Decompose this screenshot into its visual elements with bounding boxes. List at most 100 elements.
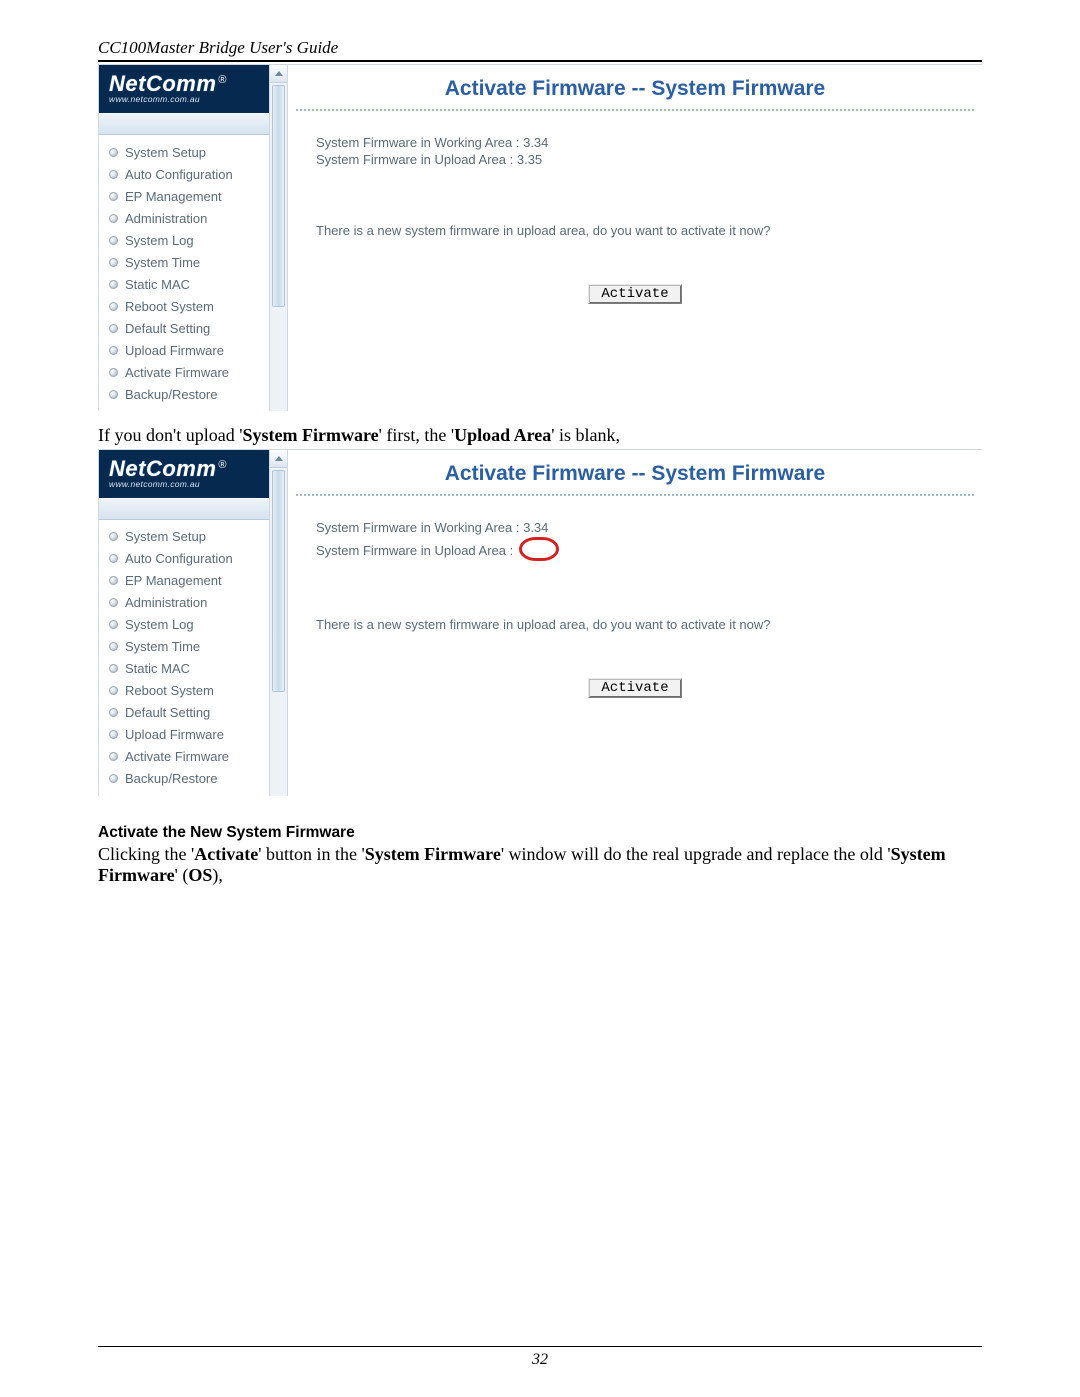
- scroll-up-icon[interactable]: [270, 450, 287, 468]
- menu-item-static-mac[interactable]: Static MAC: [99, 658, 269, 680]
- menu-item-reboot-system[interactable]: Reboot System: [99, 680, 269, 702]
- menu-item-system-log[interactable]: System Log: [99, 614, 269, 636]
- bullet-icon: [109, 258, 118, 267]
- bullet-icon: [109, 148, 118, 157]
- menu-item-system-time[interactable]: System Time: [99, 636, 269, 658]
- menu-label: EP Management: [125, 189, 222, 204]
- menu-label: System Time: [125, 639, 200, 654]
- menu-item-backup-restore[interactable]: Backup/Restore: [99, 383, 269, 405]
- menu-item-system-log[interactable]: System Log: [99, 229, 269, 251]
- menu-item-activate-firmware[interactable]: Activate Firmware: [99, 361, 269, 383]
- menu-label: System Time: [125, 255, 200, 270]
- sidebar-scrollbar[interactable]: [269, 450, 288, 796]
- menu-item-auto-configuration[interactable]: Auto Configuration: [99, 548, 269, 570]
- admin-panel-1: NetComm® www.netcomm.com.au System Setup…: [98, 64, 982, 411]
- doc-header: CC100Master Bridge User's Guide: [98, 38, 982, 58]
- text: ' first, the ': [379, 425, 454, 445]
- text-bold: Upload Area: [454, 425, 551, 445]
- menu-item-backup-restore[interactable]: Backup/Restore: [99, 768, 269, 790]
- bullet-icon: [109, 346, 118, 355]
- highlight-circle-icon: [519, 537, 559, 561]
- sidebar: NetComm® www.netcomm.com.au System Setup…: [99, 65, 269, 411]
- bullet-icon: [109, 664, 118, 673]
- nav-bar: [99, 113, 269, 135]
- menu-label: EP Management: [125, 573, 222, 588]
- bullet-icon: [109, 598, 118, 607]
- bullet-icon: [109, 532, 118, 541]
- menu-label: System Log: [125, 617, 194, 632]
- upload-area-line: System Firmware in Upload Area :: [316, 537, 982, 561]
- bullet-icon: [109, 280, 118, 289]
- menu-item-default-setting[interactable]: Default Setting: [99, 702, 269, 724]
- menu-label: Administration: [125, 211, 207, 226]
- sidebar: NetComm® www.netcomm.com.au System Setup…: [99, 450, 269, 796]
- text: ' window will do the real upgrade and re…: [501, 844, 891, 864]
- sidebar-menu: System Setup Auto Configuration EP Manag…: [99, 135, 269, 411]
- text: ' is blank,: [551, 425, 620, 445]
- menu-label: Administration: [125, 595, 207, 610]
- menu-label: Default Setting: [125, 705, 210, 720]
- activate-prompt: There is a new system firmware in upload…: [288, 223, 982, 238]
- sidebar-menu: System Setup Auto Configuration EP Manag…: [99, 520, 269, 796]
- brand-url: www.netcomm.com.au: [109, 94, 268, 104]
- menu-item-ep-management[interactable]: EP Management: [99, 185, 269, 207]
- menu-label: System Setup: [125, 529, 206, 544]
- content-area: Activate Firmware -- System Firmware Sys…: [288, 450, 982, 796]
- header-rule: [98, 60, 982, 62]
- menu-label: Upload Firmware: [125, 343, 224, 358]
- upload-area-prefix: System Firmware in Upload Area :: [316, 543, 517, 558]
- menu-label: Static MAC: [125, 277, 190, 292]
- content-area: Activate Firmware -- System Firmware Sys…: [288, 65, 982, 411]
- page-title: Activate Firmware -- System Firmware: [296, 65, 974, 111]
- page-title: Activate Firmware -- System Firmware: [296, 450, 974, 496]
- menu-item-static-mac[interactable]: Static MAC: [99, 273, 269, 295]
- bullet-icon: [109, 192, 118, 201]
- firmware-info: System Firmware in Working Area : 3.34 S…: [288, 135, 982, 167]
- menu-label: Reboot System: [125, 299, 214, 314]
- menu-item-default-setting[interactable]: Default Setting: [99, 317, 269, 339]
- bullet-icon: [109, 554, 118, 563]
- brand-logo: NetComm® www.netcomm.com.au: [99, 450, 269, 498]
- menu-label: Reboot System: [125, 683, 214, 698]
- menu-label: Activate Firmware: [125, 749, 229, 764]
- bullet-icon: [109, 368, 118, 377]
- registered-mark: ®: [218, 459, 226, 471]
- page-number: 32: [0, 1351, 1080, 1369]
- menu-item-upload-firmware[interactable]: Upload Firmware: [99, 724, 269, 746]
- menu-item-activate-firmware[interactable]: Activate Firmware: [99, 746, 269, 768]
- bullet-icon: [109, 620, 118, 629]
- upload-area-line: System Firmware in Upload Area : 3.35: [316, 152, 982, 167]
- caption-between: If you don't upload 'System Firmware' fi…: [98, 425, 982, 447]
- menu-label: System Log: [125, 233, 194, 248]
- menu-item-administration[interactable]: Administration: [99, 592, 269, 614]
- menu-item-ep-management[interactable]: EP Management: [99, 570, 269, 592]
- admin-panel-2: NetComm® www.netcomm.com.au System Setup…: [98, 449, 982, 796]
- menu-label: System Setup: [125, 145, 206, 160]
- activate-button[interactable]: Activate: [588, 678, 681, 698]
- activate-button[interactable]: Activate: [588, 284, 681, 304]
- text-bold: System Firmware: [365, 844, 501, 864]
- bullet-icon: [109, 686, 118, 695]
- scroll-up-icon[interactable]: [270, 65, 287, 83]
- scroll-thumb[interactable]: [272, 85, 285, 307]
- nav-bar: [99, 498, 269, 520]
- menu-label: Activate Firmware: [125, 365, 229, 380]
- menu-label: Static MAC: [125, 661, 190, 676]
- brand-name: NetComm: [109, 456, 216, 481]
- menu-item-system-time[interactable]: System Time: [99, 251, 269, 273]
- menu-item-system-setup[interactable]: System Setup: [99, 526, 269, 548]
- menu-item-auto-configuration[interactable]: Auto Configuration: [99, 163, 269, 185]
- bullet-icon: [109, 390, 118, 399]
- menu-item-administration[interactable]: Administration: [99, 207, 269, 229]
- menu-item-reboot-system[interactable]: Reboot System: [99, 295, 269, 317]
- footer-rule: [98, 1346, 982, 1347]
- registered-mark: ®: [218, 74, 226, 86]
- menu-item-upload-firmware[interactable]: Upload Firmware: [99, 339, 269, 361]
- bullet-icon: [109, 642, 118, 651]
- sidebar-scrollbar[interactable]: [269, 65, 288, 411]
- firmware-info: System Firmware in Working Area : 3.34 S…: [288, 520, 982, 561]
- menu-label: Backup/Restore: [125, 387, 218, 402]
- scroll-thumb[interactable]: [272, 470, 285, 692]
- text: If you don't upload ': [98, 425, 242, 445]
- menu-item-system-setup[interactable]: System Setup: [99, 141, 269, 163]
